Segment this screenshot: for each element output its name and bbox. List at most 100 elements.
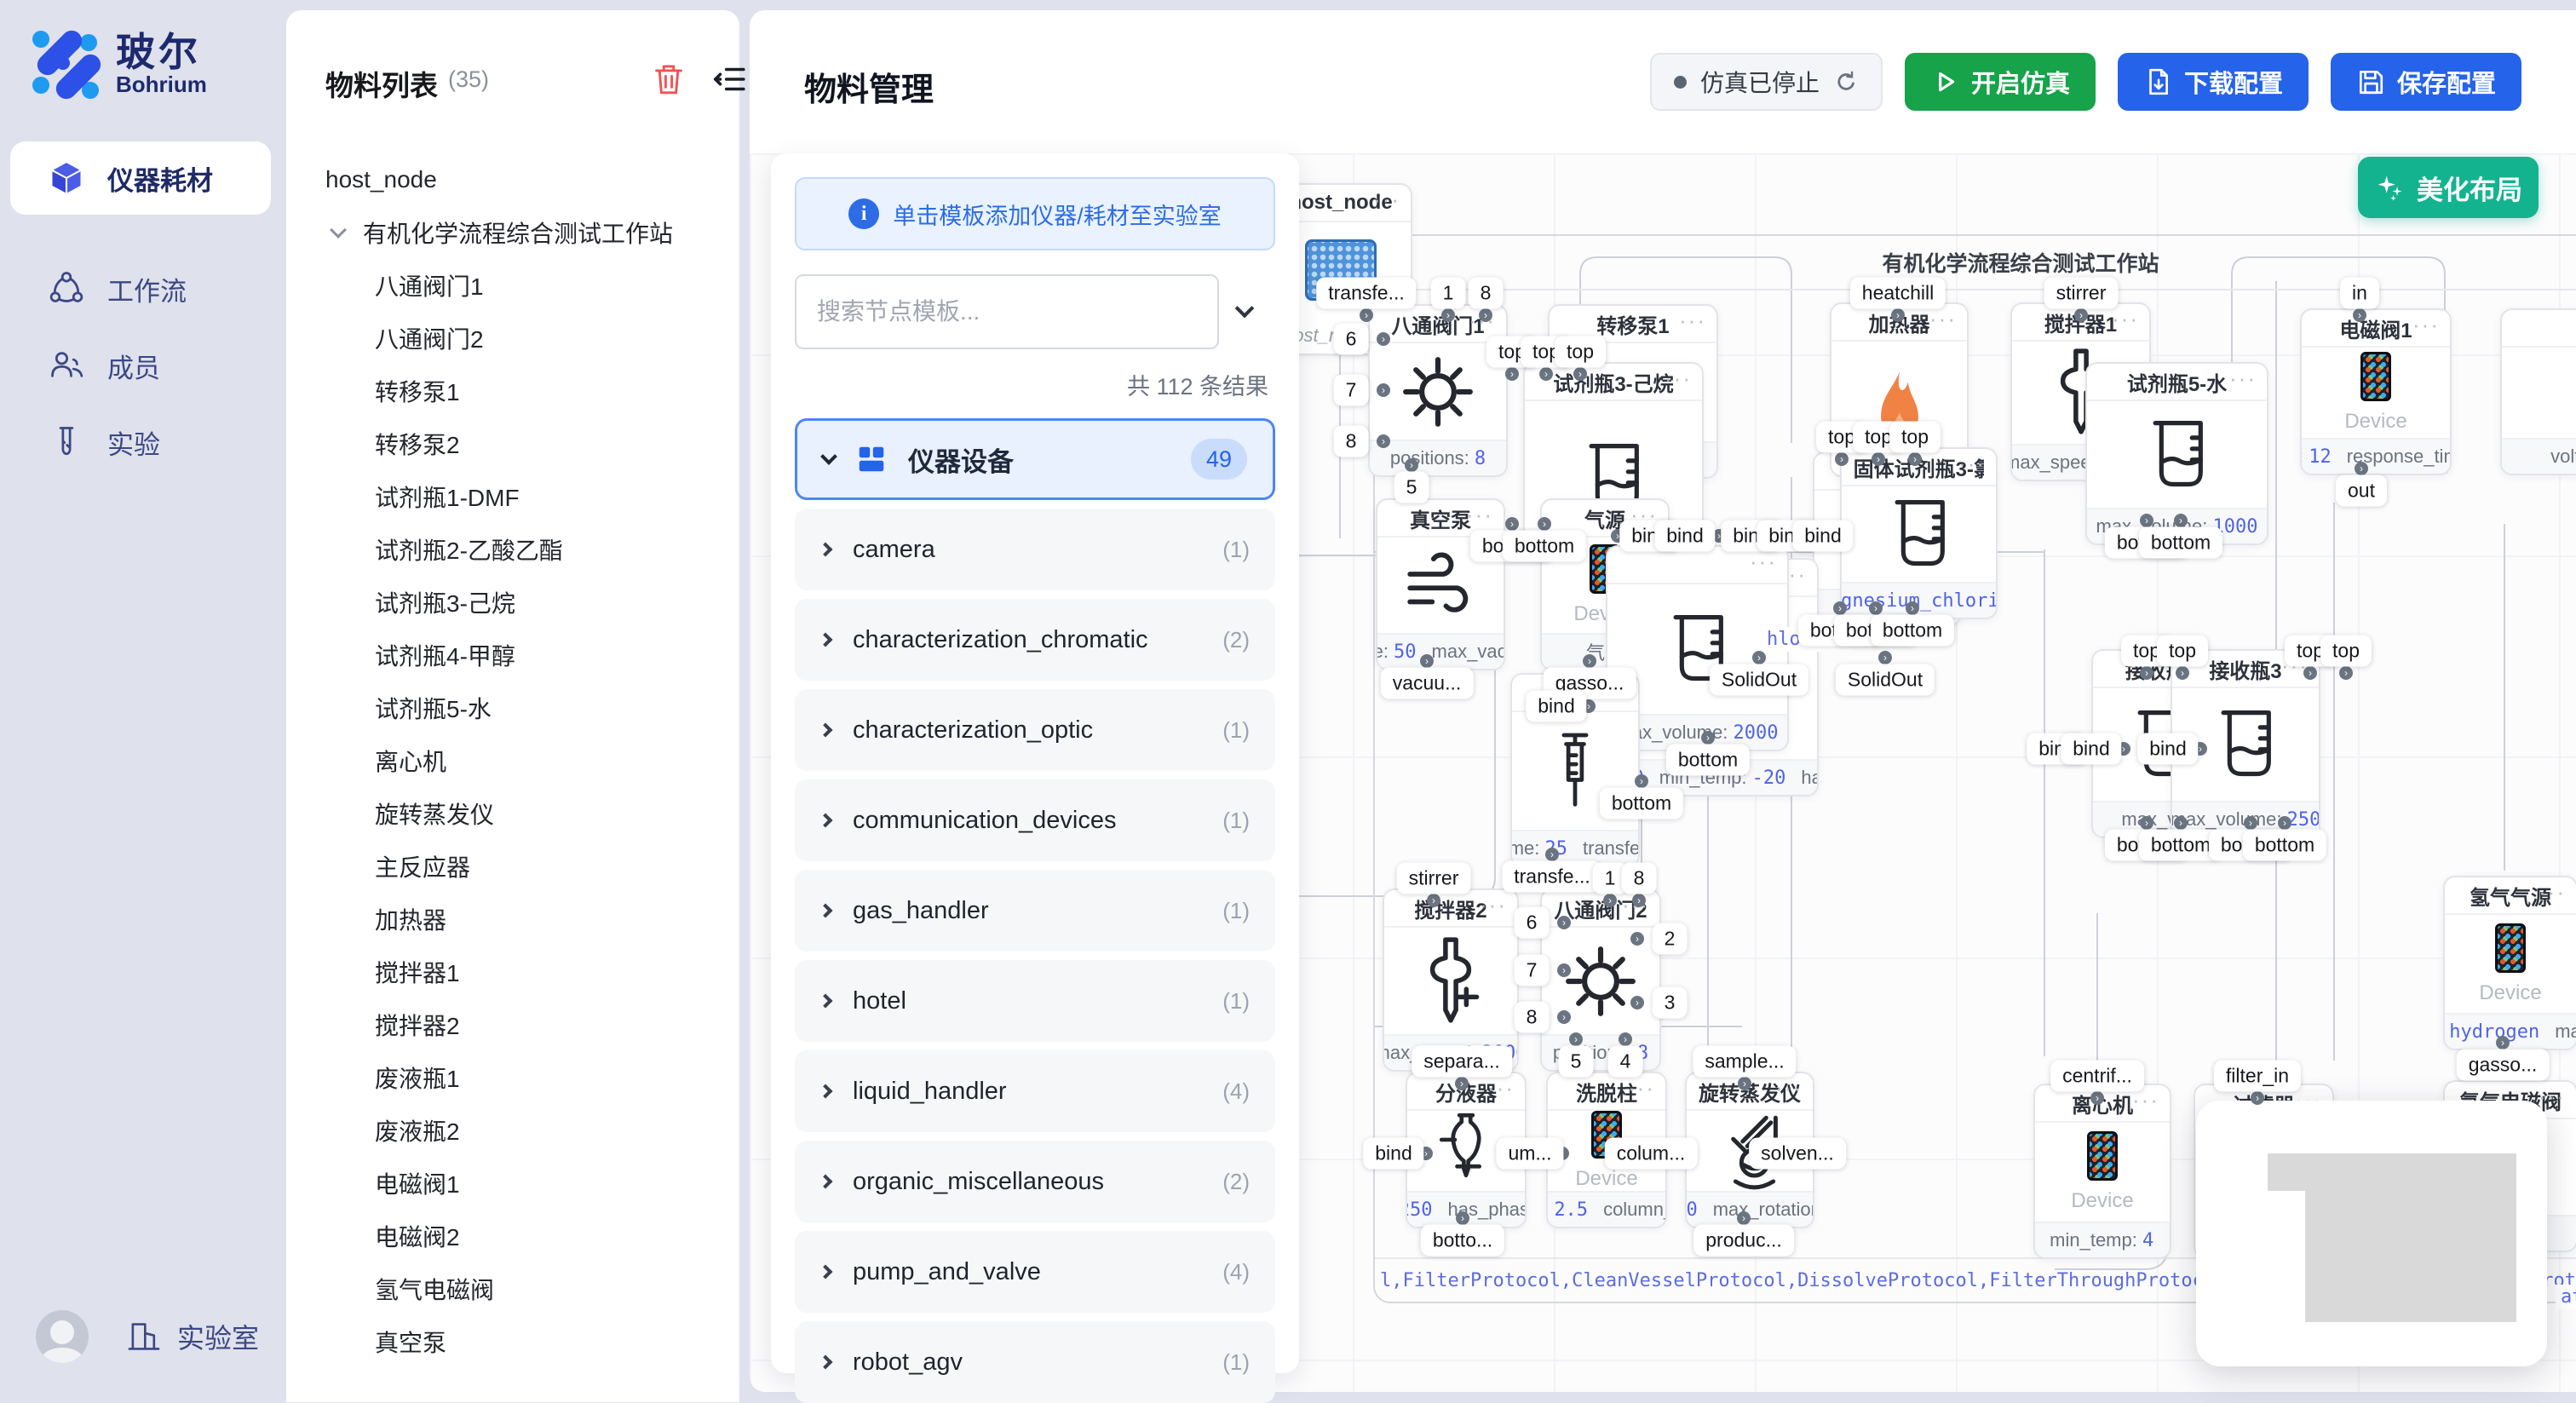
port-handle[interactable]: › — [2353, 308, 2366, 322]
port-handle[interactable]: › — [1583, 654, 1596, 668]
node-menu-icon[interactable]: ··· — [2539, 1084, 2566, 1110]
port-label[interactable]: stirrer — [2044, 278, 2119, 309]
port-handle[interactable]: › — [1869, 601, 1883, 615]
port-handle[interactable]: › — [2251, 1091, 2264, 1105]
node-menu-icon[interactable]: ··· — [1750, 549, 1777, 575]
port-handle[interactable]: › — [1835, 452, 1849, 466]
port-label[interactable]: 2 — [1653, 923, 1688, 955]
port-handle[interactable]: › — [1538, 517, 1551, 531]
port-label[interactable]: 3 — [1653, 987, 1688, 1019]
node-menu-icon[interactable]: ··· — [1373, 187, 1400, 213]
port-label[interactable]: sample... — [1693, 1046, 1796, 1078]
port-handle[interactable]: › — [1569, 1032, 1583, 1046]
port-label[interactable]: filter_in — [2214, 1061, 2301, 1092]
port-handle[interactable]: › — [1377, 383, 1390, 397]
port-label[interactable]: 8 — [1334, 426, 1369, 457]
category-instruments[interactable]: 仪器设备 49 — [795, 418, 1275, 500]
node-menu-icon[interactable]: ··· — [1480, 892, 1507, 918]
port-handle[interactable]: › — [1377, 332, 1390, 346]
port-handle[interactable]: › — [1908, 452, 1922, 466]
port-label[interactable]: out — [2336, 475, 2387, 507]
template-item[interactable]: hotel(1) — [795, 960, 1275, 1042]
port-label[interactable]: 8 — [1515, 1002, 1550, 1033]
port-handle[interactable]: › — [2496, 1036, 2510, 1049]
port-label[interactable]: SolidOut — [1836, 664, 1935, 696]
graph-node[interactable]: ··· voltage: 12 — [2500, 308, 2576, 475]
port-label[interactable]: top — [2157, 635, 2208, 667]
port-handle[interactable]: › — [2090, 1091, 2104, 1105]
node-menu-icon[interactable]: ··· — [1466, 502, 1493, 528]
node-menu-icon[interactable]: ··· — [2412, 312, 2440, 338]
port-label[interactable]: colum... — [1605, 1138, 1698, 1170]
search-template-input[interactable] — [795, 274, 1219, 349]
port-label[interactable]: stirrer — [1397, 863, 1471, 894]
port-handle[interactable]: › — [1752, 651, 1766, 664]
graph-node[interactable]: 八通阀门2 ··· positions: 8 — [1540, 888, 1661, 1072]
port-handle[interactable]: › — [1557, 1010, 1571, 1024]
graph-node[interactable]: 离心机 ··· Devicetemp: 40min_temp: 4max_spe — [2033, 1084, 2171, 1259]
port-handle[interactable]: › — [2140, 514, 2153, 527]
template-item[interactable]: characterization_chromatic(2) — [795, 599, 1275, 681]
port-handle[interactable]: › — [1630, 932, 1644, 946]
node-menu-icon[interactable]: ··· — [1665, 365, 1692, 392]
port-handle[interactable]: › — [1377, 434, 1390, 448]
port-label[interactable]: solven... — [1749, 1138, 1846, 1170]
port-handle[interactable]: › — [1557, 916, 1571, 929]
port-label[interactable]: bottom — [2139, 527, 2222, 559]
port-label[interactable]: 7 — [1515, 955, 1550, 986]
template-item[interactable]: liquid_handler(4) — [795, 1050, 1275, 1132]
port-handle[interactable]: › — [1360, 308, 1373, 322]
port-label[interactable]: SolidOut — [1710, 664, 1808, 696]
port-handle[interactable]: › — [1738, 1077, 1751, 1090]
port-handle[interactable]: › — [2278, 816, 2291, 830]
node-menu-icon[interactable]: ··· — [1628, 1075, 1655, 1101]
port-label[interactable]: botto... — [1421, 1225, 1504, 1256]
port-label[interactable]: gasso... — [2457, 1049, 2550, 1081]
port-handle[interactable]: › — [1456, 1211, 1469, 1225]
port-handle[interactable]: › — [1441, 308, 1455, 322]
template-item[interactable]: gas_handler(1) — [795, 870, 1275, 952]
graph-node[interactable]: 搅拌器2 ··· max_speed: 2000 — [1383, 888, 1519, 1072]
port-handle[interactable]: › — [1632, 894, 1646, 907]
port-label[interactable]: 5 — [1559, 1046, 1594, 1078]
node-menu-icon[interactable]: ··· — [1929, 306, 1957, 332]
port-handle[interactable]: › — [1539, 367, 1553, 381]
node-menu-icon[interactable]: ··· — [2229, 365, 2257, 392]
port-label[interactable]: bind — [2137, 733, 2198, 765]
port-handle[interactable]: › — [2176, 666, 2189, 680]
port-handle[interactable]: › — [1878, 651, 1892, 664]
port-label[interactable]: bottom — [1600, 788, 1683, 819]
port-handle[interactable]: › — [2355, 462, 2368, 475]
port-label[interactable]: bottom — [2243, 830, 2326, 861]
port-label[interactable]: um... — [1496, 1138, 1563, 1170]
port-handle[interactable]: › — [2303, 666, 2317, 680]
node-menu-icon[interactable]: ··· — [1487, 1075, 1515, 1101]
beautify-layout-button[interactable]: 美化布局 — [2358, 157, 2539, 218]
template-item[interactable]: characterization_optic(1) — [795, 689, 1275, 771]
port-handle[interactable]: › — [2174, 514, 2188, 527]
port-label[interactable]: bind — [1792, 520, 1853, 552]
port-handle[interactable]: › — [1557, 963, 1571, 977]
port-label[interactable]: transfe... — [1502, 861, 1601, 893]
port-label[interactable]: 6 — [1515, 907, 1550, 939]
port-label[interactable]: 6 — [1334, 324, 1369, 355]
port-handle[interactable]: › — [1420, 654, 1434, 668]
port-label[interactable]: separa... — [1412, 1046, 1512, 1078]
port-handle[interactable]: › — [1545, 848, 1559, 861]
port-label[interactable]: bind — [1654, 520, 1715, 552]
chevron-down-icon[interactable] — [1235, 299, 1255, 319]
port-label[interactable]: bind — [1526, 691, 1586, 722]
port-label[interactable]: 8 — [1622, 863, 1657, 894]
port-handle[interactable]: › — [1603, 894, 1617, 907]
port-handle[interactable]: › — [1505, 367, 1519, 381]
graph-node[interactable]: 真空泵 ··· pump_rate: 50max_vacuum: 0.1 — [1376, 498, 1505, 670]
port-label[interactable]: 8 — [1469, 278, 1504, 309]
template-item[interactable]: organic_miscellaneous(2) — [795, 1141, 1275, 1222]
node-menu-icon[interactable]: ··· — [1775, 1075, 1803, 1101]
port-handle[interactable]: › — [2244, 816, 2257, 830]
port-label[interactable]: 5 — [1394, 472, 1429, 503]
port-label[interactable]: bottom — [1503, 531, 1586, 562]
port-handle[interactable]: › — [1479, 308, 1492, 322]
port-handle[interactable]: › — [1906, 601, 1919, 615]
port-handle[interactable]: › — [1573, 367, 1587, 381]
